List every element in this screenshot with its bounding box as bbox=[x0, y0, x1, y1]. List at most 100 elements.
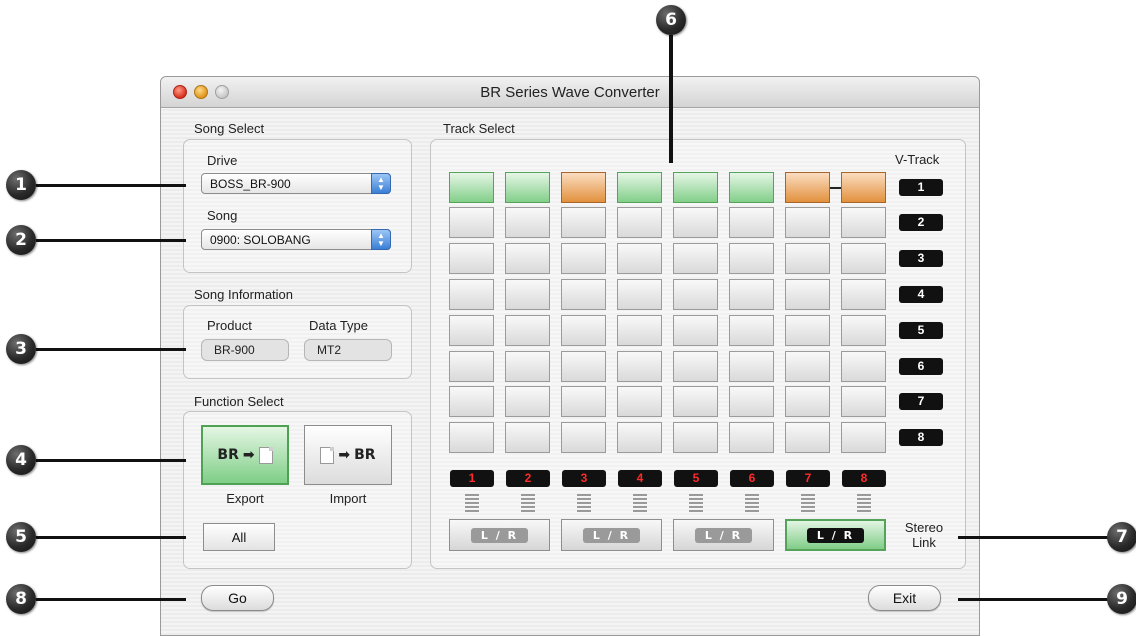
track-cell-v8-t7[interactable] bbox=[785, 422, 830, 453]
track-cell-v1-t7[interactable] bbox=[785, 172, 830, 203]
level-meter-icon bbox=[801, 494, 815, 512]
track-cell-v5-t3[interactable] bbox=[561, 315, 606, 346]
track-cell-v8-t8[interactable] bbox=[841, 422, 886, 453]
track-cell-v2-t3[interactable] bbox=[561, 207, 606, 238]
track-cell-v1-t8[interactable] bbox=[841, 172, 886, 203]
export-glyph: BR bbox=[217, 447, 239, 463]
track-cell-v5-t5[interactable] bbox=[673, 315, 718, 346]
track-cell-v3-t8[interactable] bbox=[841, 243, 886, 274]
track-cell-v3-t6[interactable] bbox=[729, 243, 774, 274]
track-cell-v4-t1[interactable] bbox=[449, 279, 494, 310]
window-title: BR Series Wave Converter bbox=[480, 84, 660, 101]
track-cell-v2-t6[interactable] bbox=[729, 207, 774, 238]
drive-popup[interactable]: BOSS_BR-900 ▲ ▼ bbox=[201, 173, 391, 194]
track-cell-v8-t5[interactable] bbox=[673, 422, 718, 453]
drive-label: Drive bbox=[207, 153, 238, 168]
song-popup[interactable]: 0900: SOLOBANG ▲ ▼ bbox=[201, 229, 391, 250]
track-cell-v7-t6[interactable] bbox=[729, 386, 774, 417]
track-cell-v2-t8[interactable] bbox=[841, 207, 886, 238]
go-button[interactable]: Go bbox=[201, 585, 274, 611]
track-cell-v7-t3[interactable] bbox=[561, 386, 606, 417]
track-cell-v2-t1[interactable] bbox=[449, 207, 494, 238]
track-cell-v3-t3[interactable] bbox=[561, 243, 606, 274]
track-badge: 1 bbox=[450, 470, 494, 487]
document-icon bbox=[320, 446, 335, 464]
stereo-link-button[interactable]: L / R bbox=[561, 519, 662, 551]
track-cell-v1-t1[interactable] bbox=[449, 172, 494, 203]
track-cell-v4-t4[interactable] bbox=[617, 279, 662, 310]
import-label: Import bbox=[329, 491, 367, 506]
stereo-link-button-label: L / R bbox=[694, 527, 753, 543]
track-cell-v8-t6[interactable] bbox=[729, 422, 774, 453]
callout-leader-line bbox=[36, 184, 186, 187]
track-cell-v1-t2[interactable] bbox=[505, 172, 550, 203]
callout-number: 1 bbox=[6, 170, 36, 200]
track-cell-v2-t7[interactable] bbox=[785, 207, 830, 238]
track-cell-v5-t1[interactable] bbox=[449, 315, 494, 346]
track-cell-v3-t2[interactable] bbox=[505, 243, 550, 274]
track-cell-v6-t7[interactable] bbox=[785, 351, 830, 382]
track-cell-v4-t5[interactable] bbox=[673, 279, 718, 310]
track-cell-v6-t5[interactable] bbox=[673, 351, 718, 382]
stereo-link-button-label: L / R bbox=[470, 527, 529, 543]
export-label: Export bbox=[226, 491, 264, 506]
track-cell-v2-t4[interactable] bbox=[617, 207, 662, 238]
track-cell-v5-t7[interactable] bbox=[785, 315, 830, 346]
track-cell-v1-t3[interactable] bbox=[561, 172, 606, 203]
vtrack-header: V-Track bbox=[895, 152, 940, 167]
track-cell-v2-t5[interactable] bbox=[673, 207, 718, 238]
track-cell-v3-t4[interactable] bbox=[617, 243, 662, 274]
track-cell-v8-t4[interactable] bbox=[617, 422, 662, 453]
arrow-right-icon: ➡ bbox=[338, 447, 351, 463]
track-cell-v6-t1[interactable] bbox=[449, 351, 494, 382]
all-button[interactable]: All bbox=[203, 523, 275, 551]
stereo-link-button[interactable]: L / R bbox=[785, 519, 886, 551]
track-cell-v7-t5[interactable] bbox=[673, 386, 718, 417]
track-cell-v8-t3[interactable] bbox=[561, 422, 606, 453]
track-cell-v8-t1[interactable] bbox=[449, 422, 494, 453]
track-cell-v6-t2[interactable] bbox=[505, 351, 550, 382]
track-select-label: Track Select bbox=[443, 121, 515, 136]
track-cell-v7-t2[interactable] bbox=[505, 386, 550, 417]
track-cell-v6-t8[interactable] bbox=[841, 351, 886, 382]
track-cell-v3-t1[interactable] bbox=[449, 243, 494, 274]
track-cell-v1-t4[interactable] bbox=[617, 172, 662, 203]
track-cell-v4-t3[interactable] bbox=[561, 279, 606, 310]
track-cell-v7-t7[interactable] bbox=[785, 386, 830, 417]
track-cell-v4-t8[interactable] bbox=[841, 279, 886, 310]
track-cell-v4-t7[interactable] bbox=[785, 279, 830, 310]
track-cell-v5-t2[interactable] bbox=[505, 315, 550, 346]
callout-number: 3 bbox=[6, 334, 36, 364]
track-cell-v6-t4[interactable] bbox=[617, 351, 662, 382]
track-cell-v4-t2[interactable] bbox=[505, 279, 550, 310]
track-cell-v2-t2[interactable] bbox=[505, 207, 550, 238]
track-cell-v1-t6[interactable] bbox=[729, 172, 774, 203]
track-cell-v5-t8[interactable] bbox=[841, 315, 886, 346]
exit-button[interactable]: Exit bbox=[868, 585, 941, 611]
callout-leader-line bbox=[36, 239, 186, 242]
callout-number: 4 bbox=[6, 445, 36, 475]
track-cell-v7-t4[interactable] bbox=[617, 386, 662, 417]
track-cell-v3-t7[interactable] bbox=[785, 243, 830, 274]
data-type-field: MT2 bbox=[304, 339, 392, 361]
track-cell-v5-t6[interactable] bbox=[729, 315, 774, 346]
track-cell-v7-t8[interactable] bbox=[841, 386, 886, 417]
title-bar[interactable]: BR Series Wave Converter bbox=[161, 77, 979, 108]
import-button[interactable]: ➡ BR bbox=[304, 425, 392, 485]
track-cell-v7-t1[interactable] bbox=[449, 386, 494, 417]
track-cell-v6-t3[interactable] bbox=[561, 351, 606, 382]
vtrack-badge: 7 bbox=[899, 393, 943, 410]
track-cell-v1-t5[interactable] bbox=[673, 172, 718, 203]
track-cell-v5-t4[interactable] bbox=[617, 315, 662, 346]
stereo-link-button[interactable]: L / R bbox=[673, 519, 774, 551]
track-cell-v8-t2[interactable] bbox=[505, 422, 550, 453]
export-button[interactable]: BR ➡ bbox=[201, 425, 289, 485]
track-cell-v4-t6[interactable] bbox=[729, 279, 774, 310]
track-cell-v6-t6[interactable] bbox=[729, 351, 774, 382]
app-window: BR Series Wave Converter Song Select Dri… bbox=[160, 76, 980, 636]
stereo-link-button[interactable]: L / R bbox=[449, 519, 550, 551]
callout-leader-line bbox=[958, 598, 1108, 601]
track-cell-v3-t5[interactable] bbox=[673, 243, 718, 274]
track-badge: 2 bbox=[506, 470, 550, 487]
track-badge: 8 bbox=[842, 470, 886, 487]
